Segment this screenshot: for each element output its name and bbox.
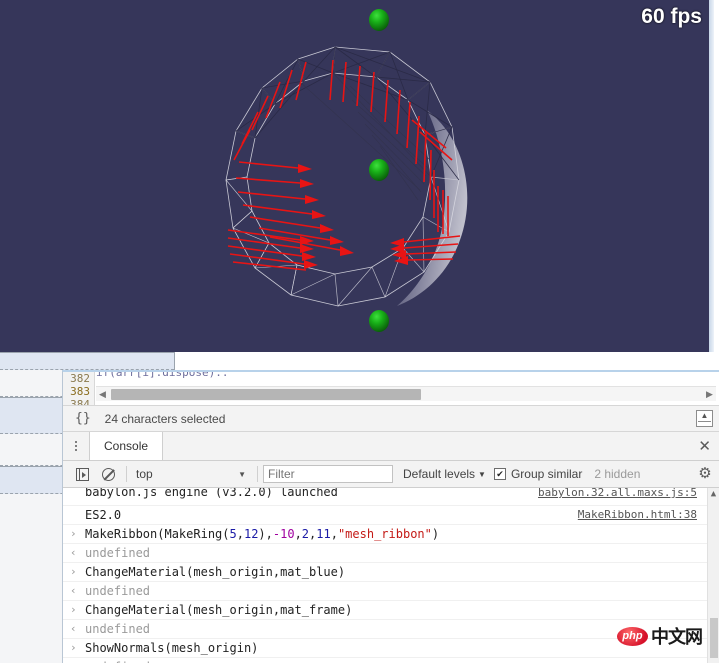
toolbar-divider bbox=[126, 466, 127, 482]
green-sphere-mid bbox=[369, 159, 389, 181]
gear-icon[interactable]: ⚙ bbox=[697, 466, 713, 482]
result-marker-icon: ‹ bbox=[70, 546, 77, 559]
log-levels-label: Default levels bbox=[403, 467, 476, 481]
console-message: babylon.js engine (v3.2.0) launched baby… bbox=[63, 488, 719, 506]
green-sphere-top bbox=[369, 9, 389, 31]
show-console-sidebar-icon[interactable] bbox=[69, 461, 95, 488]
sources-editor-strip: 382 383 384 if(arr[i].dispose).. ◀ ▶ bbox=[63, 372, 719, 406]
devtools-panel: 382 383 384 if(arr[i].dispose).. ◀ ▶ {} … bbox=[62, 370, 719, 663]
kebab-menu-icon[interactable] bbox=[63, 432, 89, 460]
chevron-down-icon: ▼ bbox=[238, 469, 246, 479]
scroll-thumb[interactable] bbox=[710, 618, 718, 658]
pretty-print-icon[interactable]: {} bbox=[75, 411, 91, 426]
scroll-up-arrow-icon[interactable]: ▲ bbox=[708, 488, 719, 500]
execution-context-label: top bbox=[136, 467, 153, 481]
hidden-messages-count: 2 hidden bbox=[594, 467, 641, 481]
group-similar-toggle[interactable]: ✔ Group similar bbox=[493, 467, 583, 481]
console-message-text: MakeRibbon(MakeRing(5,12),-10,2,11,"mesh… bbox=[85, 527, 440, 541]
console-scrollbar[interactable]: ▲ bbox=[707, 488, 719, 663]
drawer-tab-bar: Console ✕ bbox=[63, 432, 719, 461]
dock-bar bbox=[698, 421, 711, 422]
selection-status-text: 24 characters selected bbox=[104, 411, 226, 426]
result-marker-icon: ‹ bbox=[70, 622, 77, 635]
watermark-site-name: 中文网 bbox=[651, 627, 703, 648]
console-result-message: ‹ undefined bbox=[63, 544, 719, 563]
input-marker-icon: › bbox=[70, 527, 77, 540]
screen-root: 知识分享 bbox=[0, 0, 719, 663]
execution-context-selector[interactable]: top ▼ bbox=[132, 467, 252, 481]
console-message-text: undefined bbox=[85, 546, 151, 560]
input-marker-icon: › bbox=[70, 641, 77, 654]
console-input-message[interactable]: › ChangeMaterial(mesh_origin,mat_blue) bbox=[63, 563, 719, 582]
input-marker-icon: › bbox=[70, 565, 77, 578]
console-result-message: ‹ undefined bbox=[63, 658, 719, 663]
console-message-text: ES2.0 bbox=[85, 508, 122, 522]
tab-console[interactable]: Console bbox=[89, 432, 164, 460]
page-scrollbar-vertical[interactable] bbox=[709, 0, 714, 352]
line-number: 383 bbox=[70, 385, 90, 398]
input-marker-icon: › bbox=[70, 603, 77, 616]
scroll-track[interactable] bbox=[109, 387, 703, 402]
list-item bbox=[0, 352, 174, 370]
result-marker-icon: ‹ bbox=[70, 658, 77, 663]
console-input-message[interactable]: › MakeRibbon(MakeRing(5,12),-10,2,11,"me… bbox=[63, 525, 719, 544]
close-icon[interactable]: ✕ bbox=[698, 432, 711, 460]
site-watermark: php 中文网 bbox=[617, 623, 703, 649]
console-message-text: undefined bbox=[85, 584, 151, 598]
chevron-down-icon: ▼ bbox=[478, 469, 486, 479]
group-similar-checkbox[interactable]: ✔ bbox=[493, 468, 506, 480]
php-logo-icon: php bbox=[617, 626, 648, 646]
sources-status-bar: {} 24 characters selected ▲ bbox=[63, 406, 719, 432]
filter-input[interactable] bbox=[263, 465, 393, 483]
sources-horizontal-scrollbar[interactable]: ◀ ▶ bbox=[96, 386, 716, 401]
console-message: ES2.0 MakeRibbon.html:38 bbox=[63, 506, 719, 525]
console-message-text: ChangeMaterial(mesh_origin,mat_frame) bbox=[85, 603, 353, 617]
green-sphere-bottom bbox=[369, 310, 389, 332]
source-code-line: if(arr[i].dispose).. bbox=[96, 372, 716, 378]
console-message-text: ChangeMaterial(mesh_origin,mat_blue) bbox=[85, 565, 346, 579]
toolbar-divider bbox=[257, 466, 258, 482]
console-message-text: undefined bbox=[85, 622, 151, 636]
group-similar-label: Group similar bbox=[510, 467, 583, 481]
source-link[interactable]: MakeRibbon.html:38 bbox=[578, 506, 697, 524]
fps-counter: 60 fps bbox=[641, 5, 702, 28]
result-marker-icon: ‹ bbox=[70, 584, 77, 597]
dock-to-bottom-icon[interactable]: ▲ bbox=[696, 410, 713, 427]
scroll-right-arrow-icon[interactable]: ▶ bbox=[703, 389, 716, 400]
dock-arrow-icon: ▲ bbox=[700, 411, 709, 420]
3d-scene-svg bbox=[225, 9, 468, 332]
clear-console-icon[interactable] bbox=[95, 461, 121, 488]
line-number-gutter: 382 383 384 bbox=[63, 372, 95, 406]
line-number: 382 bbox=[70, 372, 90, 385]
scroll-left-arrow-icon[interactable]: ◀ bbox=[96, 389, 109, 400]
console-message-text: ShowNormals(mesh_origin) bbox=[85, 641, 259, 655]
console-toolbar: top ▼ Default levels ▼ ✔ Group similar 2… bbox=[63, 461, 719, 488]
console-input-message[interactable]: › ChangeMaterial(mesh_origin,mat_frame) bbox=[63, 601, 719, 620]
scroll-thumb[interactable] bbox=[111, 388, 421, 400]
log-levels-selector[interactable]: Default levels ▼ bbox=[403, 467, 486, 481]
babylon-3d-canvas[interactable]: 60 fps bbox=[0, 0, 714, 352]
line-number: 384 bbox=[70, 398, 90, 406]
console-message-text: babylon.js engine (v3.2.0) launched bbox=[85, 488, 338, 499]
console-result-message: ‹ undefined bbox=[63, 582, 719, 601]
source-link[interactable]: babylon.32.all.maxs.js:5 bbox=[538, 488, 697, 498]
